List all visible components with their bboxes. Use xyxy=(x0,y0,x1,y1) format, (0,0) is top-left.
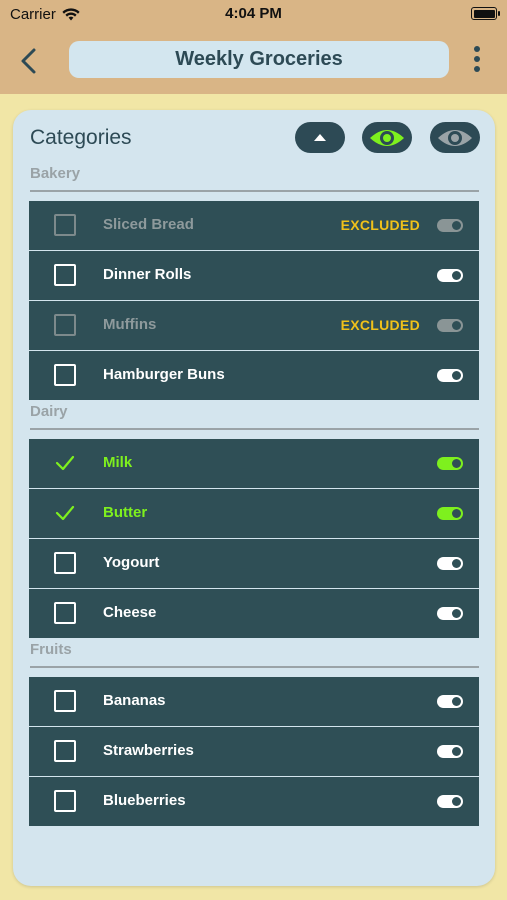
checkmark-icon[interactable] xyxy=(54,452,76,474)
collapse-button[interactable] xyxy=(295,122,345,153)
item-label: Bananas xyxy=(103,692,166,709)
checkbox[interactable] xyxy=(54,314,76,336)
section-header-fruits: Fruits xyxy=(30,641,72,658)
checkbox[interactable] xyxy=(54,602,76,624)
caret-up-icon xyxy=(314,134,326,141)
section-divider xyxy=(30,428,479,430)
item-label: Strawberries xyxy=(103,742,194,759)
excluded-badge: EXCLUDED xyxy=(340,317,420,333)
exclude-toggle[interactable] xyxy=(437,319,463,332)
exclude-toggle[interactable] xyxy=(437,695,463,708)
exclude-toggle[interactable] xyxy=(437,745,463,758)
vertical-ellipsis-icon xyxy=(474,46,480,52)
toggle-knob xyxy=(452,609,461,618)
panel-header: Categories xyxy=(13,110,495,164)
checkbox[interactable] xyxy=(54,364,76,386)
item-label: Butter xyxy=(103,504,148,521)
eye-icon xyxy=(438,129,472,146)
item-label: Sliced Bread xyxy=(103,216,194,233)
item-label: Dinner Rolls xyxy=(103,266,192,283)
checkmark-icon[interactable] xyxy=(54,502,76,524)
section-divider xyxy=(30,190,479,192)
section-header-bakery: Bakery xyxy=(30,165,81,182)
eye-icon xyxy=(370,129,404,146)
show-excluded-button[interactable] xyxy=(430,122,480,153)
exclude-toggle[interactable] xyxy=(437,219,463,232)
show-all-button[interactable] xyxy=(362,122,412,153)
item-label: Milk xyxy=(103,454,133,471)
categories-panel: Categories Bakery Sliced Bread EXCLUDED Din… xyxy=(13,110,495,886)
nav-bar: Weekly Groceries xyxy=(0,28,507,94)
checkbox[interactable] xyxy=(54,264,76,286)
section-header-dairy: Dairy xyxy=(30,403,68,420)
item-label: Muffins xyxy=(103,316,157,333)
exclude-toggle[interactable] xyxy=(437,369,463,382)
checkbox[interactable] xyxy=(54,214,76,236)
item-label: Blueberries xyxy=(103,792,186,809)
checkbox[interactable] xyxy=(54,690,76,712)
more-options-button[interactable] xyxy=(467,46,487,76)
list-item[interactable]: Dinner Rolls xyxy=(29,251,479,300)
checkbox[interactable] xyxy=(54,552,76,574)
panel-title: Categories xyxy=(30,126,132,149)
section-divider xyxy=(30,666,479,668)
list-item[interactable]: Blueberries xyxy=(29,777,479,826)
back-button[interactable] xyxy=(14,44,44,78)
excluded-badge: EXCLUDED xyxy=(340,217,420,233)
exclude-toggle[interactable] xyxy=(437,795,463,808)
list-item[interactable]: Butter xyxy=(29,489,479,538)
battery-icon xyxy=(471,7,500,20)
toggle-knob xyxy=(452,221,461,230)
list-item[interactable]: Muffins EXCLUDED xyxy=(29,301,479,350)
list-item[interactable]: Yogourt xyxy=(29,539,479,588)
toggle-knob xyxy=(452,509,461,518)
toggle-knob xyxy=(452,459,461,468)
exclude-toggle[interactable] xyxy=(437,507,463,520)
exclude-toggle[interactable] xyxy=(437,607,463,620)
item-label: Hamburger Buns xyxy=(103,366,225,383)
toggle-knob xyxy=(452,559,461,568)
list-item[interactable]: Cheese xyxy=(29,589,479,638)
exclude-toggle[interactable] xyxy=(437,457,463,470)
toggle-knob xyxy=(452,797,461,806)
page-title: Weekly Groceries xyxy=(69,41,449,78)
toggle-knob xyxy=(452,697,461,706)
list-item[interactable]: Sliced Bread EXCLUDED xyxy=(29,201,479,250)
list-item[interactable]: Milk xyxy=(29,439,479,488)
chevron-left-icon xyxy=(21,48,36,74)
checkbox[interactable] xyxy=(54,790,76,812)
exclude-toggle[interactable] xyxy=(437,269,463,282)
item-label: Yogourt xyxy=(103,554,160,571)
exclude-toggle[interactable] xyxy=(437,557,463,570)
item-label: Cheese xyxy=(103,604,157,621)
status-bar: Carrier 4:04 PM xyxy=(0,0,507,28)
list-item[interactable]: Hamburger Buns xyxy=(29,351,479,400)
toggle-knob xyxy=(452,747,461,756)
toggle-knob xyxy=(452,371,461,380)
list-item[interactable]: Bananas xyxy=(29,677,479,726)
status-time: 4:04 PM xyxy=(225,5,282,22)
toggle-knob xyxy=(452,271,461,280)
toggle-knob xyxy=(452,321,461,330)
checkbox[interactable] xyxy=(54,740,76,762)
list-item[interactable]: Strawberries xyxy=(29,727,479,776)
